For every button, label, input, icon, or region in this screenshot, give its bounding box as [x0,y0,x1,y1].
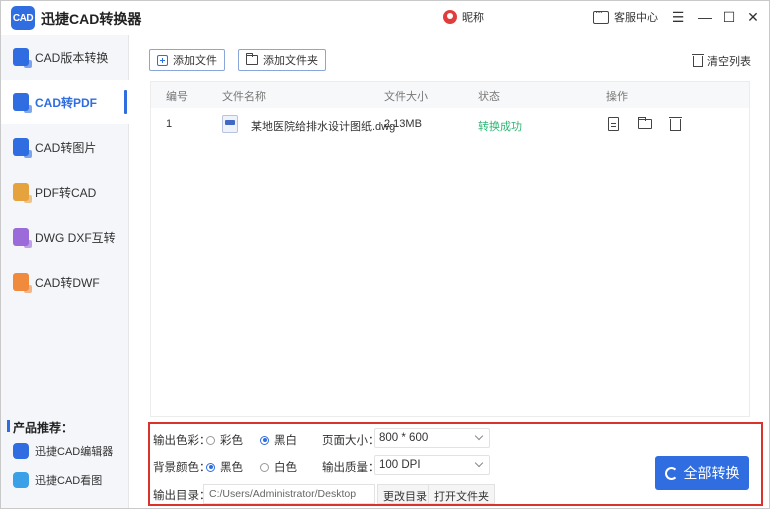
trash-icon [692,53,704,67]
row-file-size: 2.13MB [384,118,422,130]
radio-checked-icon [206,462,215,472]
output-quality-select[interactable]: 100 DPI [374,455,490,475]
row-status: 转换成功 [478,121,522,133]
row-index: 1 [166,118,173,130]
color-option-color[interactable]: 彩色 [206,432,243,448]
sidebar-item-label: CAD转图片 [35,140,97,155]
main-panel: 添加文件 添加文件夹 清空列表 编号 文件名称 文件大小 状态 操作 1 某地医… [129,35,769,508]
page-size-value: 800 * 600 [379,432,429,444]
sidebar-item-label: CAD转DWF [35,275,100,290]
sidebar-item-label: PDF转CAD [35,185,97,200]
dwg-dxf-icon [13,228,32,248]
bg-option-black[interactable]: 黑色 [206,459,243,475]
output-color-label: 输出色彩： [153,435,211,447]
minimize-button[interactable]: — [695,7,715,27]
table-header: 编号 文件名称 文件大小 状态 操作 [151,82,749,108]
maximize-button[interactable]: ☐ [719,7,739,27]
pdf-cad-icon [13,183,32,203]
sidebar-item-cad-dwf[interactable]: CAD转DWF [1,260,129,304]
chevron-down-icon [474,458,484,468]
sidebar-item-label: CAD转PDF [35,95,97,110]
radio-label: 黑色 [220,462,243,474]
dwg-file-icon [222,115,238,133]
cad-pdf-icon [13,93,32,113]
sidebar-item-label: CAD版本转换 [35,50,109,65]
open-file-icon[interactable] [608,117,619,131]
column-header-index: 编号 [166,91,188,103]
clear-list-label: 清空列表 [707,56,751,68]
menu-button[interactable]: ☰ [668,7,688,27]
title-bar: CAD 迅捷CAD转换器 昵称 客服中心 ☰ — ☐ ✕ [1,1,769,35]
delete-icon[interactable] [669,117,682,131]
cad-dwf-icon [13,273,32,293]
column-header-size: 文件大小 [384,91,428,103]
refresh-icon [664,466,678,480]
sidebar-item-pdf-cad[interactable]: PDF转CAD [1,170,129,214]
radio-unchecked-icon [206,435,215,445]
app-window: CAD 迅捷CAD转换器 昵称 客服中心 ☰ — ☐ ✕ CAD版本转换 CAD… [0,0,770,509]
background-color-label: 背景颜色： [153,462,211,474]
radio-label: 彩色 [220,435,243,447]
cad-version-icon [13,48,32,68]
file-table: 编号 文件名称 文件大小 状态 操作 1 某地医院给排水设计图纸.dwg 2.1… [150,81,750,417]
row-file-name: 某地医院给排水设计图纸.dwg [251,121,396,133]
sidebar-item-cad-version[interactable]: CAD版本转换 [1,35,129,79]
convert-all-label: 全部转换 [683,465,740,481]
radio-label: 黑白 [274,435,297,447]
bg-option-white[interactable]: 白色 [260,459,297,475]
recommend-cad-viewer[interactable]: 迅捷CAD看图 [13,472,102,488]
sidebar-item-cad-pdf[interactable]: CAD转PDF [1,80,129,124]
convert-all-button[interactable]: 全部转换 [655,456,749,490]
page-size-select[interactable]: 800 * 600 [374,428,490,448]
app-title: 迅捷CAD转换器 [41,11,142,27]
chat-icon [593,7,609,24]
add-folder-button[interactable]: 添加文件夹 [238,49,326,71]
column-header-actions: 操作 [606,91,628,103]
folder-icon [246,53,258,65]
customer-service-button[interactable]: 客服中心 [593,7,658,25]
sidebar-item-label: DWG DXF互转 [35,230,116,245]
cad-image-icon [13,138,32,158]
add-folder-label: 添加文件夹 [263,55,318,67]
plus-icon [157,54,168,66]
radio-label: 白色 [274,462,297,474]
sidebar-item-dwg-dxf[interactable]: DWG DXF互转 [1,215,129,259]
open-folder-icon[interactable] [638,117,652,129]
recommend-label: 迅捷CAD编辑器 [35,446,114,458]
customer-service-label: 客服中心 [614,12,658,24]
page-size-label: 页面大小： [322,435,380,447]
output-quality-value: 100 DPI [379,459,421,471]
open-folder-button[interactable]: 打开文件夹 [428,484,495,504]
add-file-label: 添加文件 [173,55,217,67]
user-name: 昵称 [462,12,484,24]
radio-unchecked-icon [260,462,269,472]
color-option-bw[interactable]: 黑白 [260,432,297,448]
cad-viewer-icon [13,472,29,488]
output-dir-field[interactable]: C:/Users/Administrator/Desktop [203,484,375,504]
close-button[interactable]: ✕ [743,7,763,27]
cad-editor-icon [13,443,29,459]
output-settings-panel: 输出色彩： 彩色 黑白 页面大小： 800 * 600 背景颜色： 黑色 白色 … [148,422,763,506]
column-header-status: 状态 [478,91,500,103]
recommend-label: 迅捷CAD看图 [35,475,103,487]
add-file-button[interactable]: 添加文件 [149,49,225,71]
clear-list-button[interactable]: 清空列表 [692,53,751,69]
sidebar-item-cad-image[interactable]: CAD转图片 [1,125,129,169]
recommend-cad-editor[interactable]: 迅捷CAD编辑器 [13,443,113,459]
change-dir-button[interactable]: 更改目录 [377,484,433,504]
user-avatar-icon [443,10,457,24]
column-header-name: 文件名称 [222,91,266,103]
sidebar: CAD版本转换 CAD转PDF CAD转图片 PDF转CAD DWG DXF互转… [1,35,129,508]
recommend-title: 产品推荐： [6,420,74,435]
output-quality-label: 输出质量： [322,462,380,474]
user-account[interactable]: 昵称 [443,9,484,25]
output-dir-label: 输出目录： [153,490,211,502]
radio-checked-icon [260,435,269,445]
app-logo: CAD [11,6,35,30]
chevron-down-icon [474,431,484,441]
